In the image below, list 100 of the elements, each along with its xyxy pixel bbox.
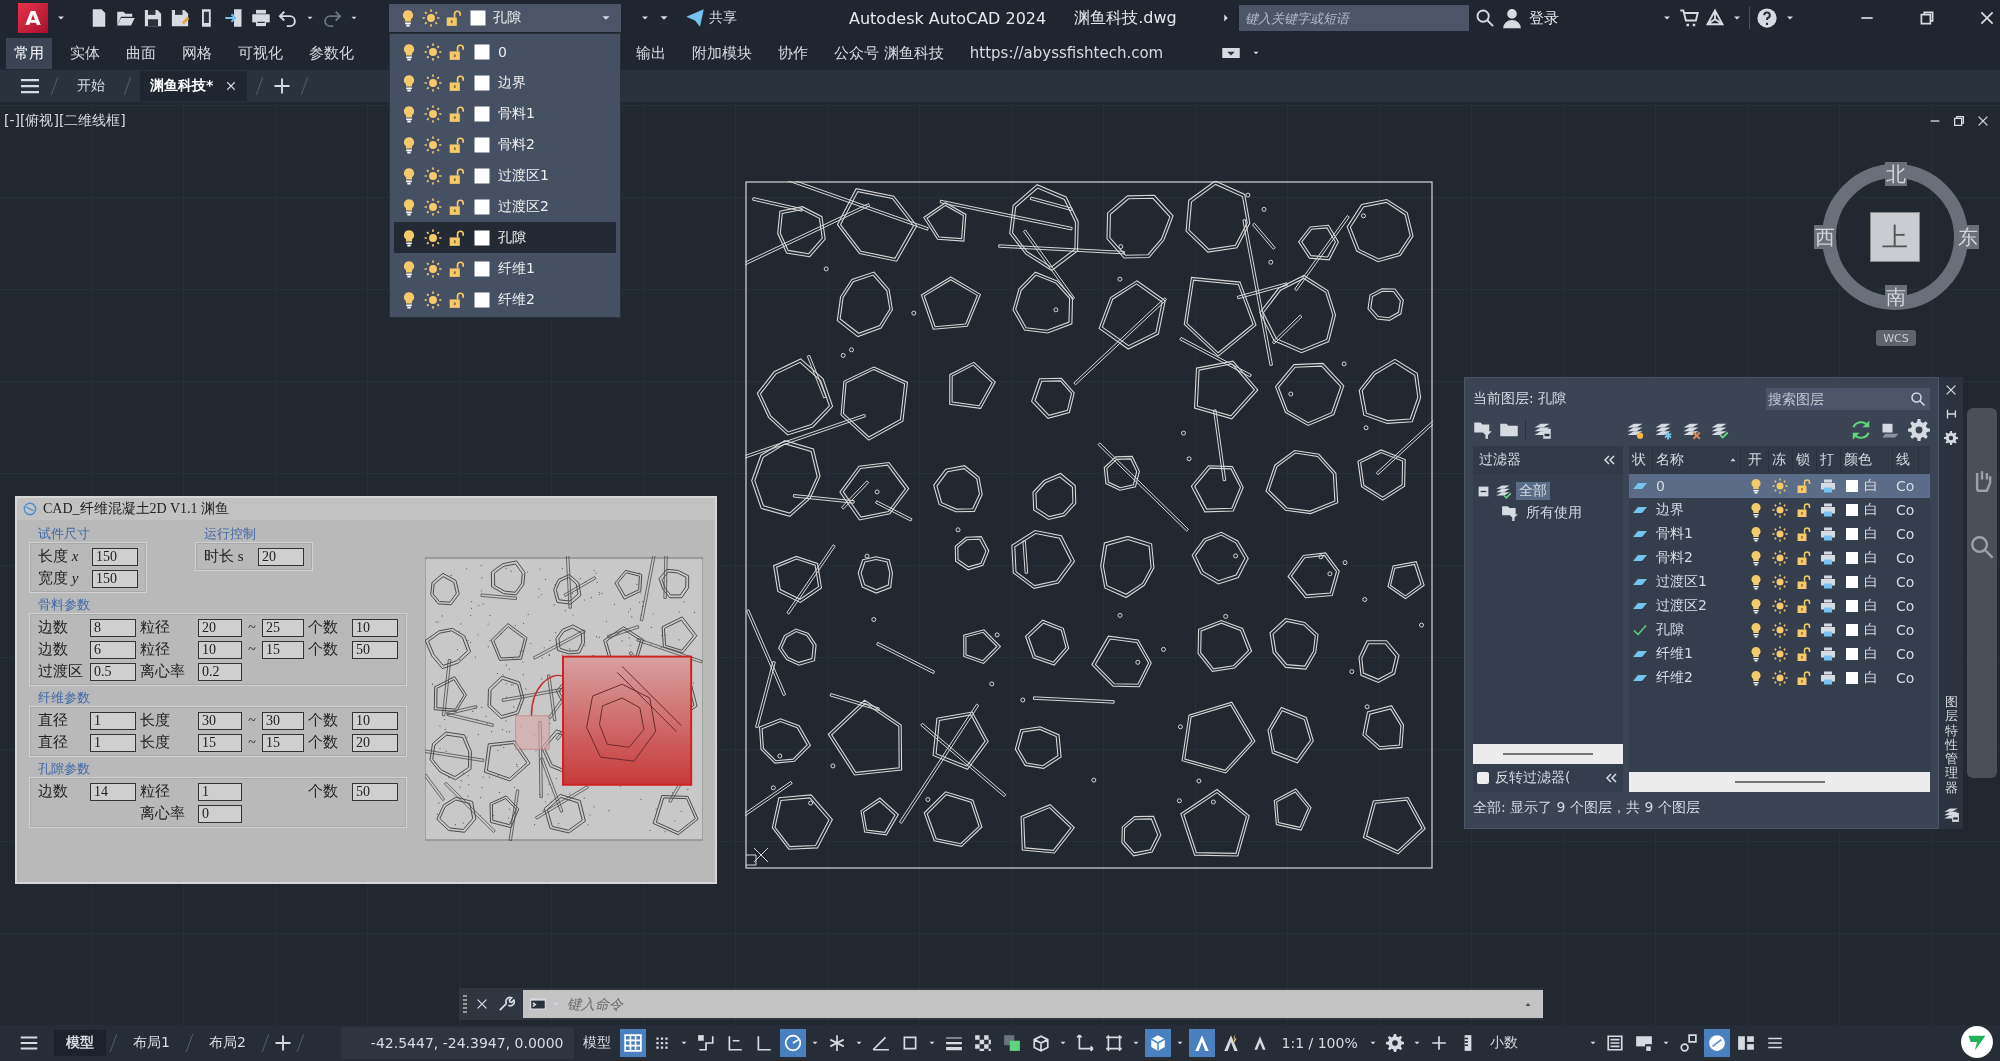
wrench-icon[interactable]: [497, 995, 515, 1013]
close-icon[interactable]: [1976, 114, 1990, 128]
units-dropdown[interactable]: 小数: [1483, 1034, 1584, 1052]
prompt-icon[interactable]: [529, 995, 547, 1013]
settings-icon[interactable]: [1944, 431, 1958, 445]
number-field[interactable]: 14: [90, 782, 136, 801]
layer-row[interactable]: 纤维1 白 Co: [1629, 642, 1930, 666]
padlock-icon[interactable]: [448, 290, 466, 309]
layer-row[interactable]: 骨料2 白 Co: [1629, 546, 1930, 570]
number-field[interactable]: 1: [90, 711, 136, 730]
folder-filter-icon[interactable]: [1473, 420, 1493, 440]
model-space-button[interactable]: 模型: [576, 1034, 617, 1052]
letter-shape-icon[interactable]: [1188, 1029, 1215, 1057]
bulb-icon[interactable]: [1748, 574, 1764, 590]
search-icon[interactable]: [1910, 391, 1926, 407]
color-swatch-icon[interactable]: [1844, 550, 1860, 566]
save-as-icon[interactable]: [170, 8, 190, 28]
ribbon-tab[interactable]: 常用: [6, 37, 52, 69]
number-field[interactable]: 15: [262, 733, 304, 752]
search-field[interactable]: 键入关键字或短语: [1238, 5, 1469, 31]
number-field[interactable]: 150: [92, 569, 138, 588]
color-swatch-icon[interactable]: [1844, 502, 1860, 518]
sun-icon[interactable]: [424, 42, 442, 61]
sun-icon[interactable]: [1772, 550, 1788, 566]
sun-icon[interactable]: [1772, 622, 1788, 638]
bulb-icon[interactable]: [1748, 622, 1764, 638]
target-icon[interactable]: [779, 1029, 806, 1057]
filter-item[interactable]: 全部: [1516, 482, 1550, 500]
annotation-scale-button[interactable]: 1:1 / 100%: [1275, 1035, 1364, 1051]
color-swatch-icon[interactable]: [1844, 646, 1860, 662]
triangle-icon[interactable]: [1704, 8, 1725, 28]
number-field[interactable]: 6: [90, 640, 136, 659]
layout-tab[interactable]: 布局1: [121, 1030, 182, 1056]
number-field[interactable]: 8: [90, 618, 136, 637]
tree-toggle-icon[interactable]: [1477, 484, 1490, 498]
coordinates-readout[interactable]: -42.5447, -24.3947, 0.0000: [340, 1027, 574, 1059]
printer-icon[interactable]: [1820, 550, 1836, 566]
color-swatch-icon[interactable]: [1844, 526, 1860, 542]
printer-icon[interactable]: [1820, 574, 1836, 590]
bulb-icon[interactable]: [1748, 478, 1764, 494]
layout-tab[interactable]: 模型: [54, 1030, 106, 1056]
padlock-icon[interactable]: [448, 228, 466, 247]
padlock-icon[interactable]: [448, 166, 466, 185]
login-button[interactable]: 登录: [1528, 8, 1559, 28]
dropdown-item[interactable]: 纤维1: [394, 253, 616, 284]
ribbon-tab[interactable]: 网格: [174, 37, 220, 69]
bulb-icon[interactable]: [1748, 550, 1764, 566]
ribbon-tab[interactable]: https://abyssfishtech.com: [961, 38, 1172, 68]
save-icon[interactable]: [143, 8, 163, 28]
bulb-icon[interactable]: [1748, 526, 1764, 542]
dropdown-item[interactable]: 过渡区1: [394, 160, 616, 191]
number-field[interactable]: 1: [198, 782, 242, 801]
sun-icon[interactable]: [424, 228, 442, 247]
number-field[interactable]: 20: [352, 733, 398, 752]
layer-row[interactable]: 孔隙 白 Co: [1629, 618, 1930, 642]
cart-icon[interactable]: [1678, 8, 1699, 28]
bulb-icon[interactable]: [1748, 502, 1764, 518]
user-icon[interactable]: [1500, 7, 1523, 29]
import-icon[interactable]: [224, 8, 244, 28]
refresh-icon[interactable]: [1850, 419, 1872, 441]
pin-icon[interactable]: [1944, 407, 1958, 421]
color-swatch-icon[interactable]: [1844, 478, 1860, 494]
search-icon[interactable]: [1474, 8, 1495, 28]
ucs-menu[interactable]: WCS: [1876, 330, 1916, 346]
document-tab[interactable]: 开始: [67, 71, 115, 101]
share-button[interactable]: 共享: [685, 8, 737, 28]
restore-icon[interactable]: [1952, 114, 1966, 128]
padlock-icon[interactable]: [1796, 598, 1812, 614]
layer-combo[interactable]: 孔隙: [389, 4, 621, 32]
ribbon-tab[interactable]: 参数化: [301, 37, 362, 69]
layer-row[interactable]: 骨料1 白 Co: [1629, 522, 1930, 546]
padlock-icon[interactable]: [448, 73, 466, 92]
number-field[interactable]: 30: [198, 711, 242, 730]
search-field[interactable]: 搜索图层: [1766, 390, 1910, 408]
scrollbar[interactable]: [1629, 772, 1930, 792]
close-icon[interactable]: [225, 80, 238, 92]
badge-icon[interactable]: [1960, 1025, 1994, 1059]
bulb-icon[interactable]: [1748, 670, 1764, 686]
padlock-icon[interactable]: [1796, 670, 1812, 686]
dropdown-item[interactable]: 过渡区2: [394, 191, 616, 222]
command-box[interactable]: 键入命令: [523, 990, 1543, 1018]
search-box[interactable]: 搜索图层: [1766, 388, 1930, 410]
number-field[interactable]: 1: [90, 733, 136, 752]
number-field[interactable]: 30: [262, 711, 304, 730]
filter-item[interactable]: 所有使用: [1523, 504, 1585, 522]
sun-icon[interactable]: [424, 104, 442, 123]
padlock-icon[interactable]: [448, 104, 466, 123]
layer-row[interactable]: 纤维2 白 Co: [1629, 666, 1930, 690]
padlock-icon[interactable]: [1796, 526, 1812, 542]
layer-stack-icon[interactable]: [1942, 805, 1960, 823]
ribbon-tab[interactable]: 曲面: [118, 37, 164, 69]
help-icon[interactable]: [1755, 7, 1778, 29]
padlock-icon[interactable]: [1796, 574, 1812, 590]
dropdown-item[interactable]: 骨料2: [394, 129, 616, 160]
layer-row[interactable]: 边界 白 Co: [1629, 498, 1930, 522]
number-field[interactable]: 20: [198, 618, 242, 637]
bulb-icon[interactable]: [1748, 646, 1764, 662]
dropdown-item[interactable]: 边界: [394, 67, 616, 98]
close-icon[interactable]: [1944, 383, 1958, 397]
dropdown-item[interactable]: 孔隙: [394, 222, 616, 253]
